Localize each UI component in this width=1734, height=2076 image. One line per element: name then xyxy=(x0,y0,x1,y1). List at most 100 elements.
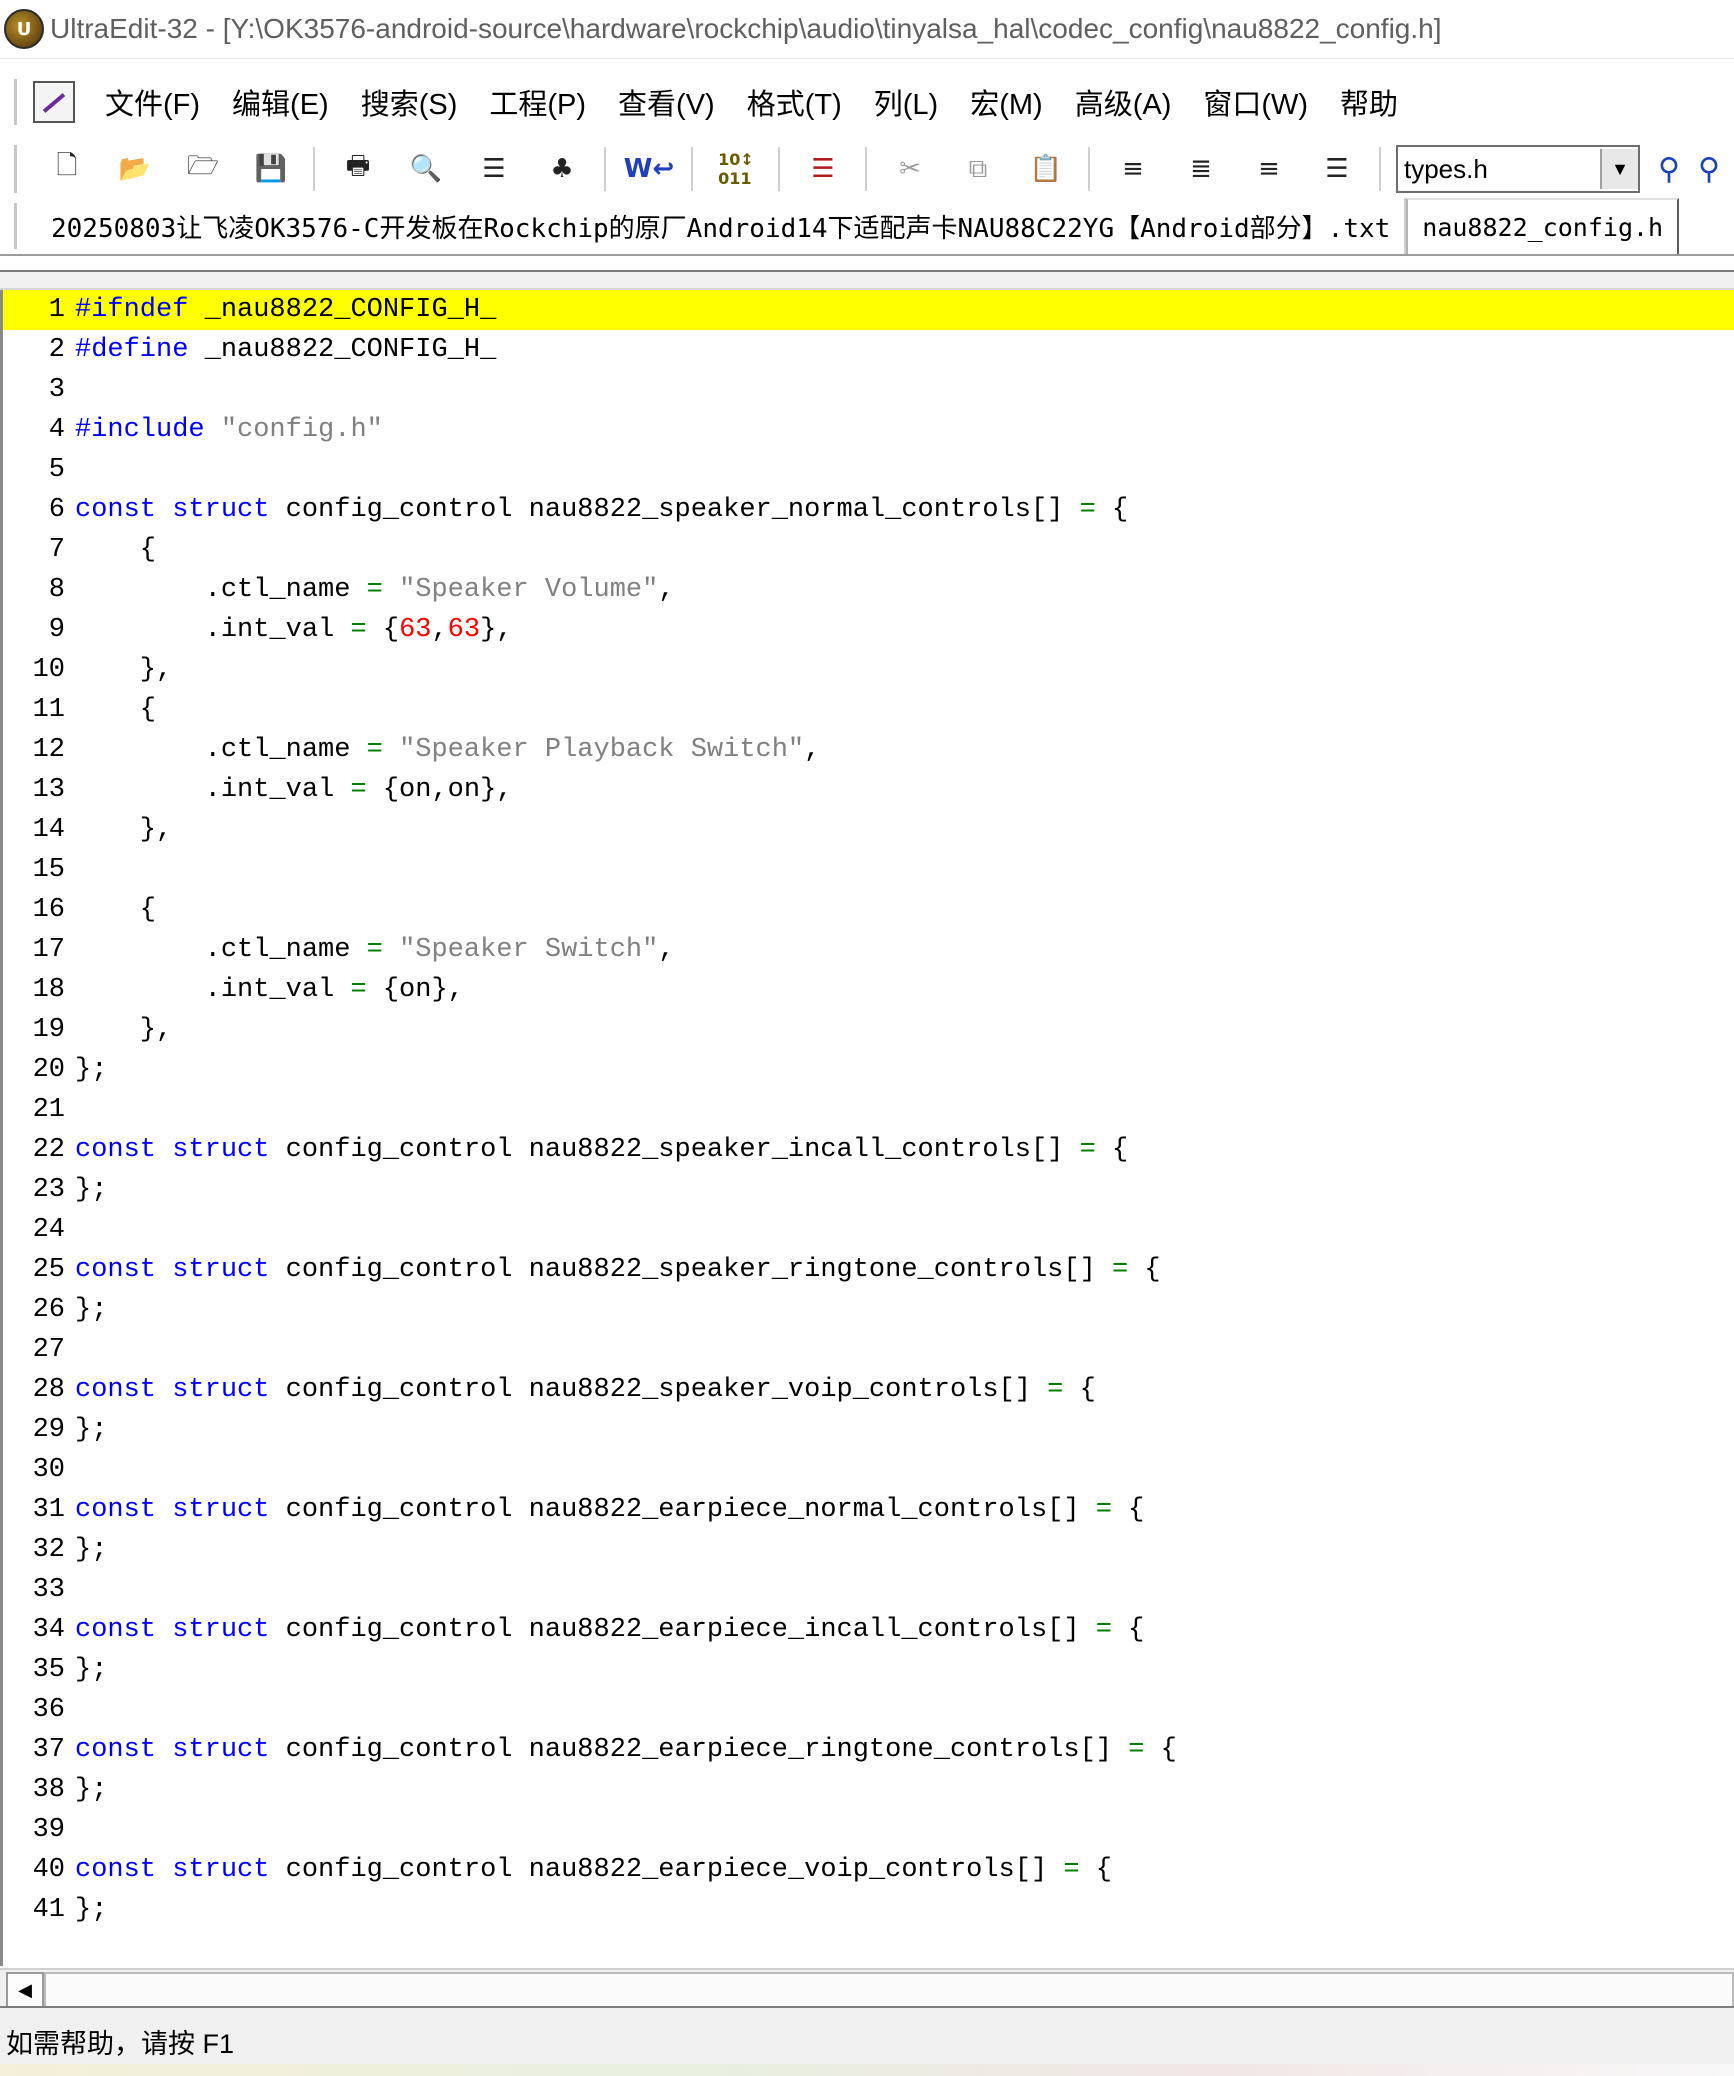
code-line[interactable]: 33 xyxy=(3,1570,1734,1610)
code-token: const xyxy=(75,1255,157,1285)
code-line[interactable]: 20}; xyxy=(3,1050,1734,1090)
open-folder-icon[interactable]: 🗁 xyxy=(178,144,228,194)
code-line[interactable]: 11 { xyxy=(3,690,1734,730)
menu-project[interactable]: 工程(P) xyxy=(473,81,602,123)
scroll-left-icon[interactable]: ◀ xyxy=(6,1972,44,2008)
code-line[interactable]: 10 }, xyxy=(3,650,1734,690)
ultraedit-app-icon[interactable]: U xyxy=(4,9,44,49)
toolbar-grip[interactable] xyxy=(14,145,23,193)
code-token: struct xyxy=(172,1735,270,1765)
code-line[interactable]: 34 const struct config_control nau8822_ea… xyxy=(3,1610,1734,1650)
code-line[interactable]: 13 .int_val = {on,on}, xyxy=(3,770,1734,810)
menu-file[interactable]: 文件(F) xyxy=(89,81,216,123)
code-token: = xyxy=(366,575,383,605)
file-tab-active[interactable]: nau8822_config.h xyxy=(1406,198,1680,254)
column-icon[interactable]: ☰ xyxy=(469,144,519,194)
code-line[interactable]: 23}; xyxy=(3,1170,1734,1210)
word-wrap-icon[interactable]: W↩ xyxy=(624,144,674,194)
justify-icon[interactable]: ☰ xyxy=(1312,144,1362,194)
tree-icon[interactable]: ♣ xyxy=(537,144,587,194)
scroll-track[interactable] xyxy=(44,1972,1734,2008)
code-line[interactable]: 38}; xyxy=(3,1770,1734,1810)
code-line[interactable]: 41}; xyxy=(3,1890,1734,1930)
print-preview-icon[interactable]: 🔍 xyxy=(401,144,451,194)
open-file-icon[interactable]: 📂 xyxy=(110,144,160,194)
align-center-icon[interactable]: ≣ xyxy=(1176,144,1226,194)
toolbar-separator xyxy=(691,147,694,191)
code-line[interactable]: 40 const struct config_control nau8822_ea… xyxy=(3,1850,1734,1890)
code-line[interactable]: 31 const struct config_control nau8822_ea… xyxy=(3,1490,1734,1530)
print-icon[interactable]: 🖶 xyxy=(333,144,383,194)
code-line[interactable]: 7 { xyxy=(3,530,1734,570)
find-icon[interactable]: ⚲ xyxy=(1658,152,1680,187)
hex-icon[interactable]: 10↕ 011 xyxy=(711,144,761,194)
toolbar-separator xyxy=(778,147,781,191)
save-icon[interactable]: 💾 xyxy=(246,144,296,194)
code-token: config_control nau8822_earpiece_ringtone… xyxy=(269,1735,1129,1765)
copy-icon[interactable]: ⧉ xyxy=(953,144,1003,194)
code-line[interactable]: 29}; xyxy=(3,1410,1734,1450)
code-line[interactable]: 35}; xyxy=(3,1650,1734,1690)
code-line[interactable]: 25 const struct config_control nau8822_sp… xyxy=(3,1250,1734,1290)
code-token: 63 xyxy=(447,615,481,645)
cut-icon[interactable]: ✂ xyxy=(885,144,935,194)
code-line[interactable]: 27 xyxy=(3,1330,1734,1370)
code-token: struct xyxy=(172,495,270,525)
code-text: { xyxy=(75,535,156,565)
code-line[interactable]: 12 .ctl_name = "Speaker Playback Switch"… xyxy=(3,730,1734,770)
menu-view[interactable]: 查看(V) xyxy=(602,81,731,123)
code-line[interactable]: 9 .int_val = {63,63}, xyxy=(3,610,1734,650)
line-number: 2 xyxy=(48,335,65,365)
find-next-icon[interactable]: ⚲ xyxy=(1698,152,1720,187)
code-line[interactable]: 15 xyxy=(3,850,1734,890)
code-line[interactable]: 21 xyxy=(3,1090,1734,1130)
code-line[interactable]: 17 .ctl_name = "Speaker Switch", xyxy=(3,930,1734,970)
menu-column[interactable]: 列(L) xyxy=(858,81,954,123)
horizontal-scrollbar[interactable]: ◀ xyxy=(0,1968,1734,2008)
file-tab[interactable]: 20250803让飞凌OK3576-C开发板在Rockchip的原厂Androi… xyxy=(37,198,1407,254)
menubar-grip[interactable] xyxy=(14,79,23,125)
code-text: }, xyxy=(75,1015,172,1045)
code-line[interactable]: 30 xyxy=(3,1450,1734,1490)
code-line[interactable]: 28 const struct config_control nau8822_sp… xyxy=(3,1370,1734,1410)
code-line[interactable]: 16 { xyxy=(3,890,1734,930)
code-line[interactable]: 3 xyxy=(3,370,1734,410)
code-line[interactable]: 2 #define _nau8822_CONFIG_H_ xyxy=(3,330,1734,370)
code-line[interactable]: 6 const struct config_control nau8822_spe… xyxy=(3,490,1734,530)
code-line[interactable]: 39 xyxy=(3,1810,1734,1850)
menu-logo-icon[interactable] xyxy=(33,81,75,123)
code-line[interactable]: 32}; xyxy=(3,1530,1734,1570)
code-line[interactable]: 18 .int_val = {on}, xyxy=(3,970,1734,1010)
menu-macro[interactable]: 宏(M) xyxy=(954,81,1058,123)
code-line[interactable]: 24 xyxy=(3,1210,1734,1250)
code-line[interactable]: 37 const struct config_control nau8822_ea… xyxy=(3,1730,1734,1770)
function-list-combo[interactable]: types.h ▼ xyxy=(1396,145,1640,193)
tabs-grip[interactable] xyxy=(14,203,23,249)
chevron-down-icon[interactable]: ▼ xyxy=(1600,149,1638,189)
code-line[interactable]: 8 .ctl_name = "Speaker Volume", xyxy=(3,570,1734,610)
align-right-icon[interactable]: ≡ xyxy=(1244,144,1294,194)
new-file-icon[interactable]: 🗋 xyxy=(42,144,92,194)
code-line[interactable]: 26}; xyxy=(3,1290,1734,1330)
menu-edit[interactable]: 编辑(E) xyxy=(216,81,345,123)
code-line[interactable]: 5 xyxy=(3,450,1734,490)
code-line[interactable]: 19 }, xyxy=(3,1010,1734,1050)
format-icon[interactable]: ☰ xyxy=(798,144,848,194)
menu-help[interactable]: 帮助 xyxy=(1324,81,1414,123)
code-line[interactable]: 1 #ifndef _nau8822_CONFIG_H_ xyxy=(3,290,1734,330)
code-token: #define xyxy=(75,335,189,365)
menu-advanced[interactable]: 高级(A) xyxy=(1059,81,1188,123)
paste-icon[interactable]: 📋 xyxy=(1021,144,1071,194)
code-line[interactable]: 14 }, xyxy=(3,810,1734,850)
menu-format[interactable]: 格式(T) xyxy=(731,81,858,123)
align-left-icon[interactable]: ≡ xyxy=(1108,144,1158,194)
code-line[interactable]: 4 #include "config.h" xyxy=(3,410,1734,450)
line-number: 32 xyxy=(32,1535,65,1565)
menu-window[interactable]: 窗口(W) xyxy=(1187,81,1324,123)
editor-area[interactable]: 1 #ifndef _nau8822_CONFIG_H_ 2 #define _nau… xyxy=(0,290,1734,1966)
code-line[interactable]: 36 xyxy=(3,1690,1734,1730)
code-line[interactable]: 22 const struct config_control nau8822_sp… xyxy=(3,1130,1734,1170)
menu-search[interactable]: 搜索(S) xyxy=(345,81,474,123)
